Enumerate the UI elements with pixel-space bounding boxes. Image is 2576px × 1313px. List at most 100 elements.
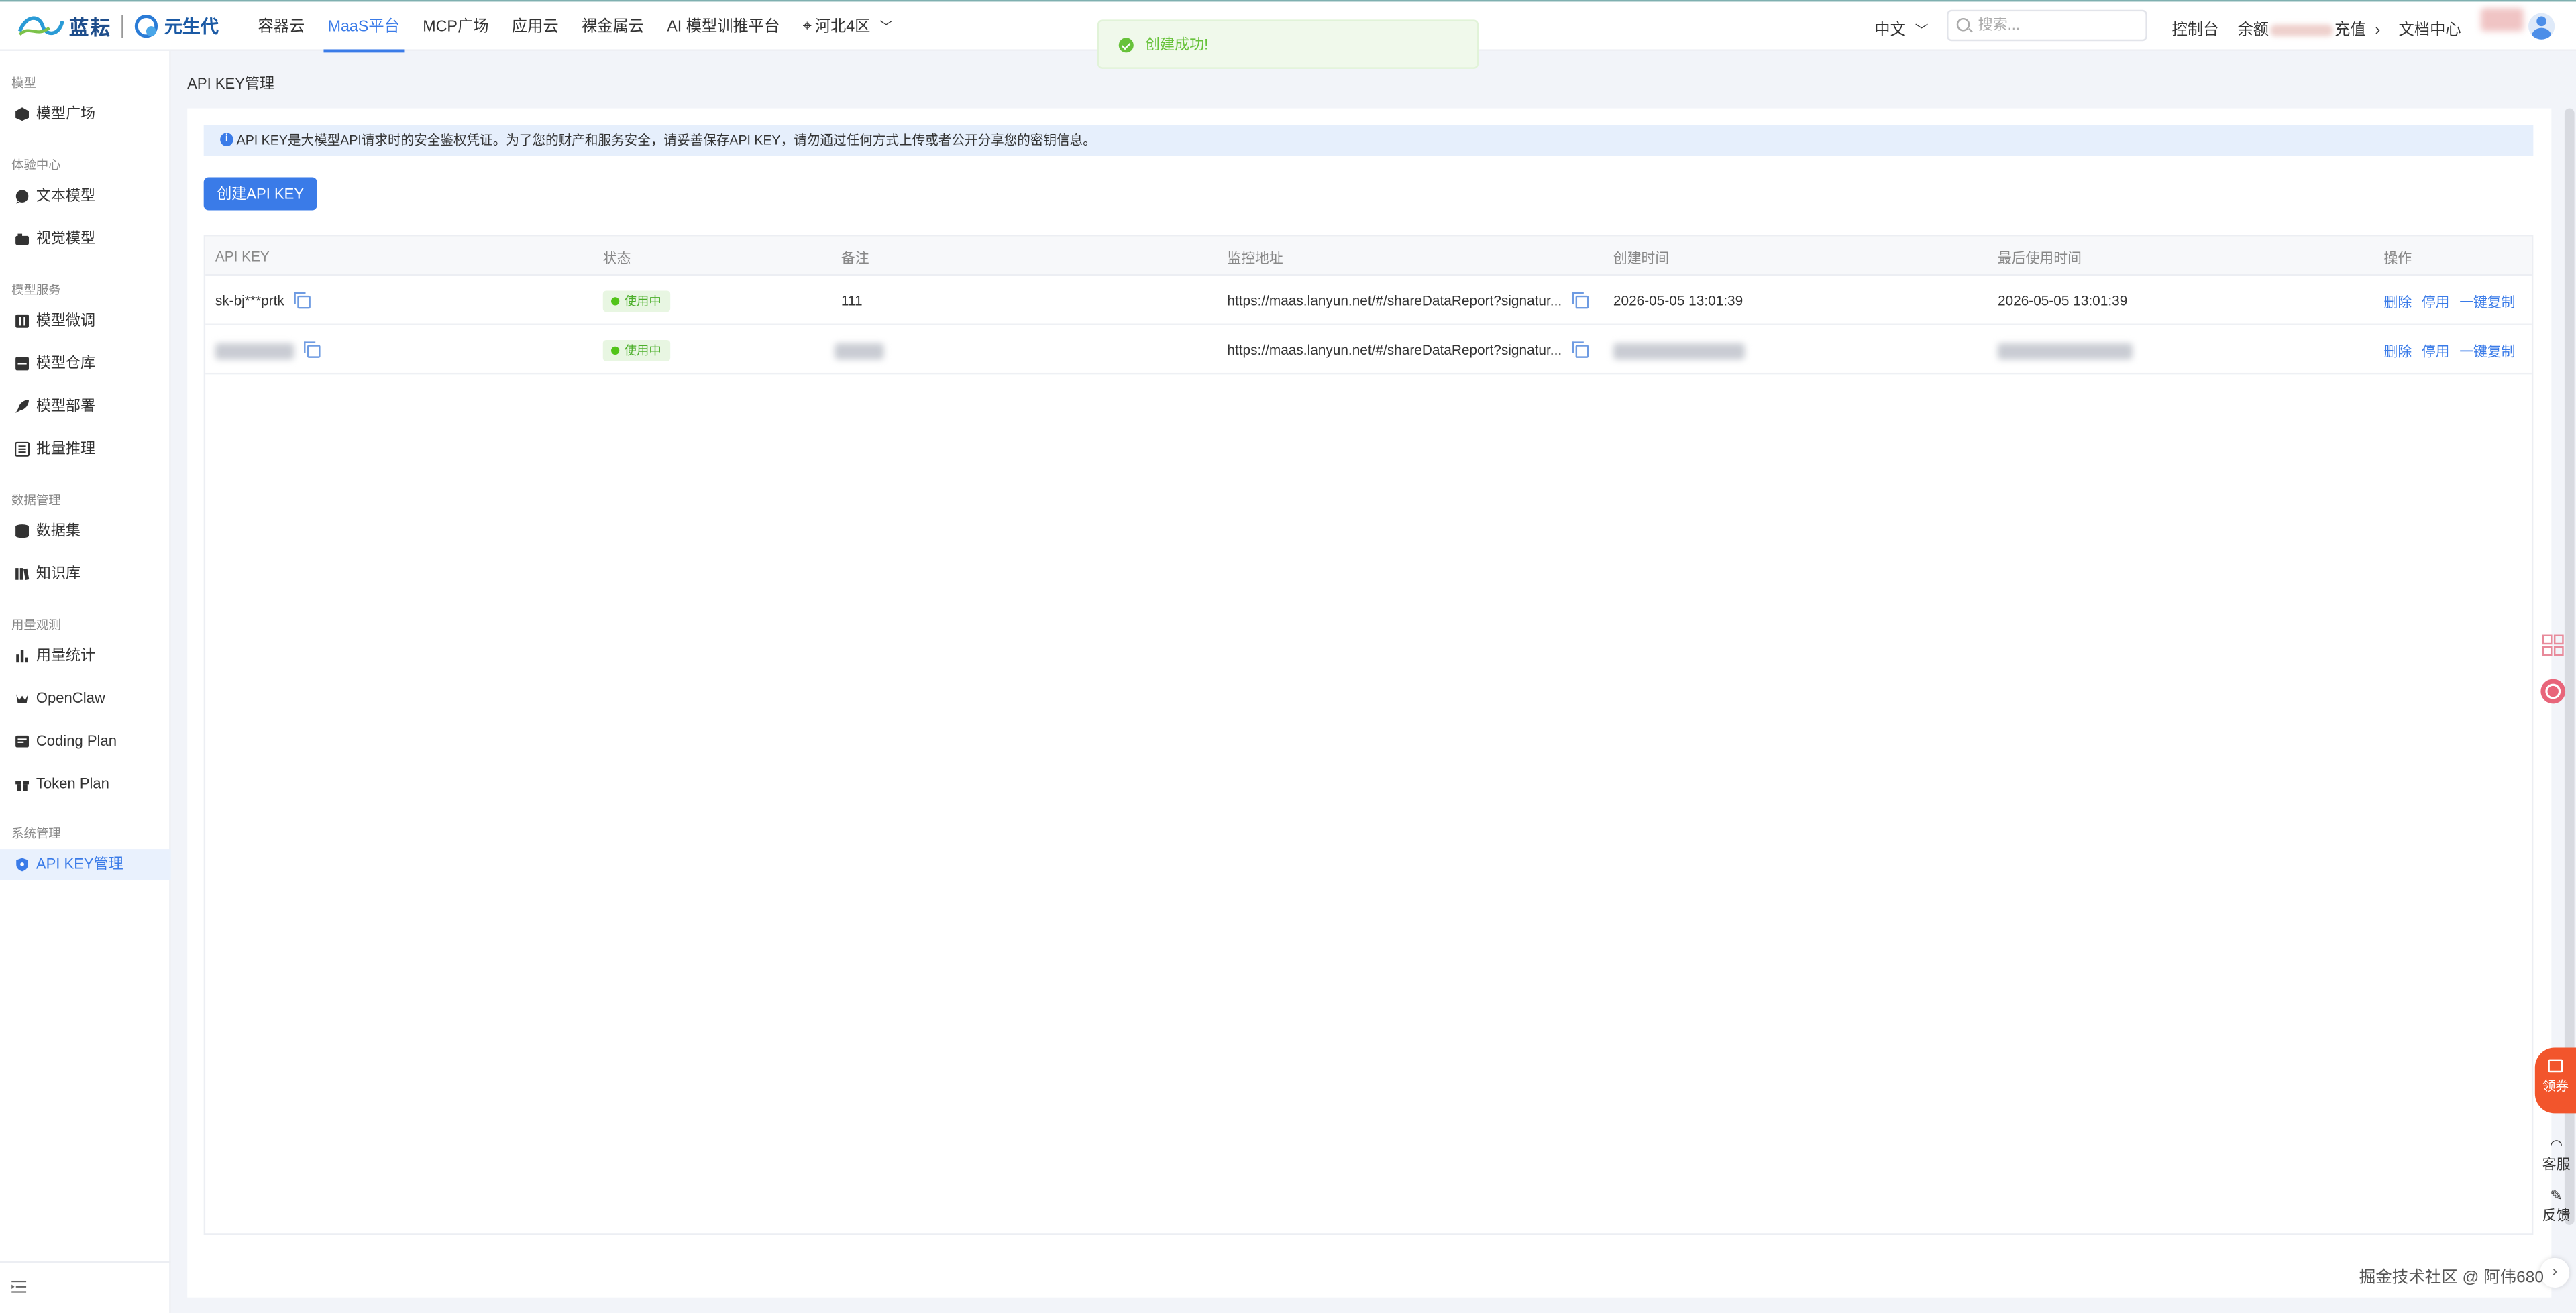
last-used-time-cell [1997,341,2133,359]
actions-cell: 删除 停用 一键复制 [2383,292,2525,312]
search-placeholder: 搜索... [1978,16,2021,33]
api-key-redacted [215,343,294,359]
note-redacted [835,343,884,359]
chevron-right-icon: › [2375,21,2381,40]
sidebar-item-api-key-management[interactable]: API KEY管理 [0,849,171,880]
api-key-value: sk-bj***prtk [215,292,284,309]
customer-service-button[interactable]: ◠ 客服 [2540,1137,2573,1174]
balance-recharge[interactable]: 余额 充值 › [2238,16,2381,40]
sidebar-item-text-model[interactable]: 文本模型 [0,180,171,212]
sidebar-item-coding-plan[interactable]: Coding Plan [0,726,171,757]
code-window-icon [15,735,29,748]
balance-amount-redacted [2270,24,2333,36]
sidebar-item-label: 知识库 [36,565,81,581]
region-selector[interactable]: ⌖ 河北4区 ﹀ [791,1,904,52]
nav-mcp-square[interactable]: MCP广场 [411,1,500,52]
gift-icon [15,781,29,791]
chevron-down-icon: ﹀ [1915,23,1929,38]
api-key-table: API KEY 状态 备注 监控地址 创建时间 最后使用时间 操作 sk-bj*… [203,235,2534,1235]
monitor-url-value: https://maas.lanyun.net/#/shareDataRepor… [1227,292,1562,309]
camera-icon [15,233,29,245]
copy-icon[interactable] [1572,341,1589,358]
sidebar-item-label: 模型部署 [36,397,96,414]
assistant-icon[interactable] [2540,678,2566,704]
chevron-down-icon: ﹀ [879,19,893,35]
chat-bubble-icon [15,190,29,204]
recharge-link[interactable]: 充值 [2334,21,2366,40]
customer-service-label: 客服 [2542,1156,2571,1173]
rocket-icon [15,400,29,414]
sidebar-item-model-square[interactable]: 模型广场 [0,99,171,130]
copy-icon[interactable] [1572,292,1589,308]
sidebar-item-fine-tune[interactable]: 模型微调 [0,306,171,337]
nav-maas-platform[interactable]: MaaS平台 [316,1,411,53]
sidebar-item-label: Token Plan [36,775,109,792]
language-label: 中文 [1874,21,1906,40]
nav-app-cloud[interactable]: 应用云 [500,1,570,52]
feedback-label: 反馈 [2542,1207,2571,1224]
disable-button[interactable]: 停用 [2422,343,2450,359]
bar-chart-icon [16,650,28,663]
header-last-used-time: 最后使用时间 [1997,249,2082,266]
notification-redacted[interactable] [2480,8,2524,32]
sidebar-item-openclaw[interactable]: OpenClaw [0,683,171,715]
copy-all-button[interactable]: 一键复制 [2459,294,2515,310]
sidebar-item-vision-model[interactable]: 视觉模型 [0,223,171,255]
search-icon [1956,17,1970,32]
monitor-url-cell: https://maas.lanyun.net/#/shareDataRepor… [1227,292,1589,308]
logo[interactable]: 蓝耘 元生代 [16,10,219,43]
monitor-url-cell: https://maas.lanyun.net/#/shareDataRepor… [1227,341,1589,358]
apps-grid-icon[interactable] [2542,634,2565,656]
sidebar-item-model-repo[interactable]: 模型仓库 [0,348,171,380]
delete-button[interactable]: 删除 [2383,294,2412,310]
coupon-button[interactable]: 领券 [2534,1047,2576,1114]
sidebar-group-data: 数据管理 [11,492,61,508]
copy-icon[interactable] [304,341,321,358]
sidebar-item-label: 模型仓库 [36,354,96,372]
copy-all-button[interactable]: 一键复制 [2459,343,2515,359]
collapse-arrow-icon[interactable]: › [2540,1257,2570,1288]
sidebar-collapse-toggle[interactable] [0,1261,171,1313]
nav-container-cloud[interactable]: 容器云 [246,1,316,52]
nav-ai-training-platform[interactable]: AI 模型训推平台 [655,1,791,52]
created-time-redacted [1613,343,1745,359]
note-cell: 111 [841,292,863,309]
status-badge: 使用中 [602,339,669,361]
console-link[interactable]: 控制台 [2172,16,2219,40]
sidebar-item-label: 视觉模型 [36,229,96,247]
create-api-key-button[interactable]: 创建API KEY [203,177,317,211]
sidebar-item-label: Coding Plan [36,732,117,749]
created-time-cell [1613,341,1745,359]
info-alert-text: API KEY是大模型API请求时的安全鉴权凭证。为了您的财产和服务安全，请妥善… [236,133,1096,148]
nav-bare-metal-cloud[interactable]: 裸金属云 [570,1,655,52]
sidebar-item-label: 用量统计 [36,646,96,664]
batch-icon [15,441,30,457]
copy-icon[interactable] [294,292,311,308]
docs-center-link[interactable]: 文档中心 [2399,16,2461,40]
table-header: API KEY 状态 备注 监控地址 创建时间 最后使用时间 操作 [205,236,2532,276]
sidebar-item-knowledge-base[interactable]: 知识库 [0,559,171,590]
sidebar-item-batch-inference[interactable]: 批量推理 [0,434,171,465]
sidebar-item-usage-stats[interactable]: 用量统计 [0,640,171,672]
sidebar-item-token-plan[interactable]: Token Plan [0,768,171,800]
language-selector[interactable]: 中文 ﹀ [1874,16,1929,40]
sidebar-group-model-service: 模型服务 [11,282,61,298]
feedback-button[interactable]: ✎ 反馈 [2540,1188,2573,1225]
created-time-cell: 2026-05-05 13:01:39 [1613,292,1743,309]
check-circle-icon [1118,38,1134,53]
delete-button[interactable]: 删除 [2383,343,2412,359]
sidebar-group-model: 模型 [11,75,36,91]
sidebar-item-label: OpenClaw [36,689,105,707]
header-api-key: API KEY [215,247,270,265]
sidebar-item-label: 文本模型 [36,187,96,204]
sidebar-item-label: 数据集 [36,522,81,539]
menu-fold-icon [11,1280,27,1293]
sidebar-group-system: 系统管理 [11,825,61,841]
search-input[interactable]: 搜索... [1947,9,2147,42]
user-avatar[interactable] [2528,13,2555,40]
sidebar-item-dataset[interactable]: 数据集 [0,516,171,547]
sidebar-item-model-deploy[interactable]: 模型部署 [0,391,171,422]
header-status: 状态 [602,249,631,266]
disable-button[interactable]: 停用 [2422,294,2450,310]
sidebar: 模型 模型广场 体验中心 文本模型 视觉模型 模型服务 模型微调 模型仓库 模型… [0,50,171,1313]
